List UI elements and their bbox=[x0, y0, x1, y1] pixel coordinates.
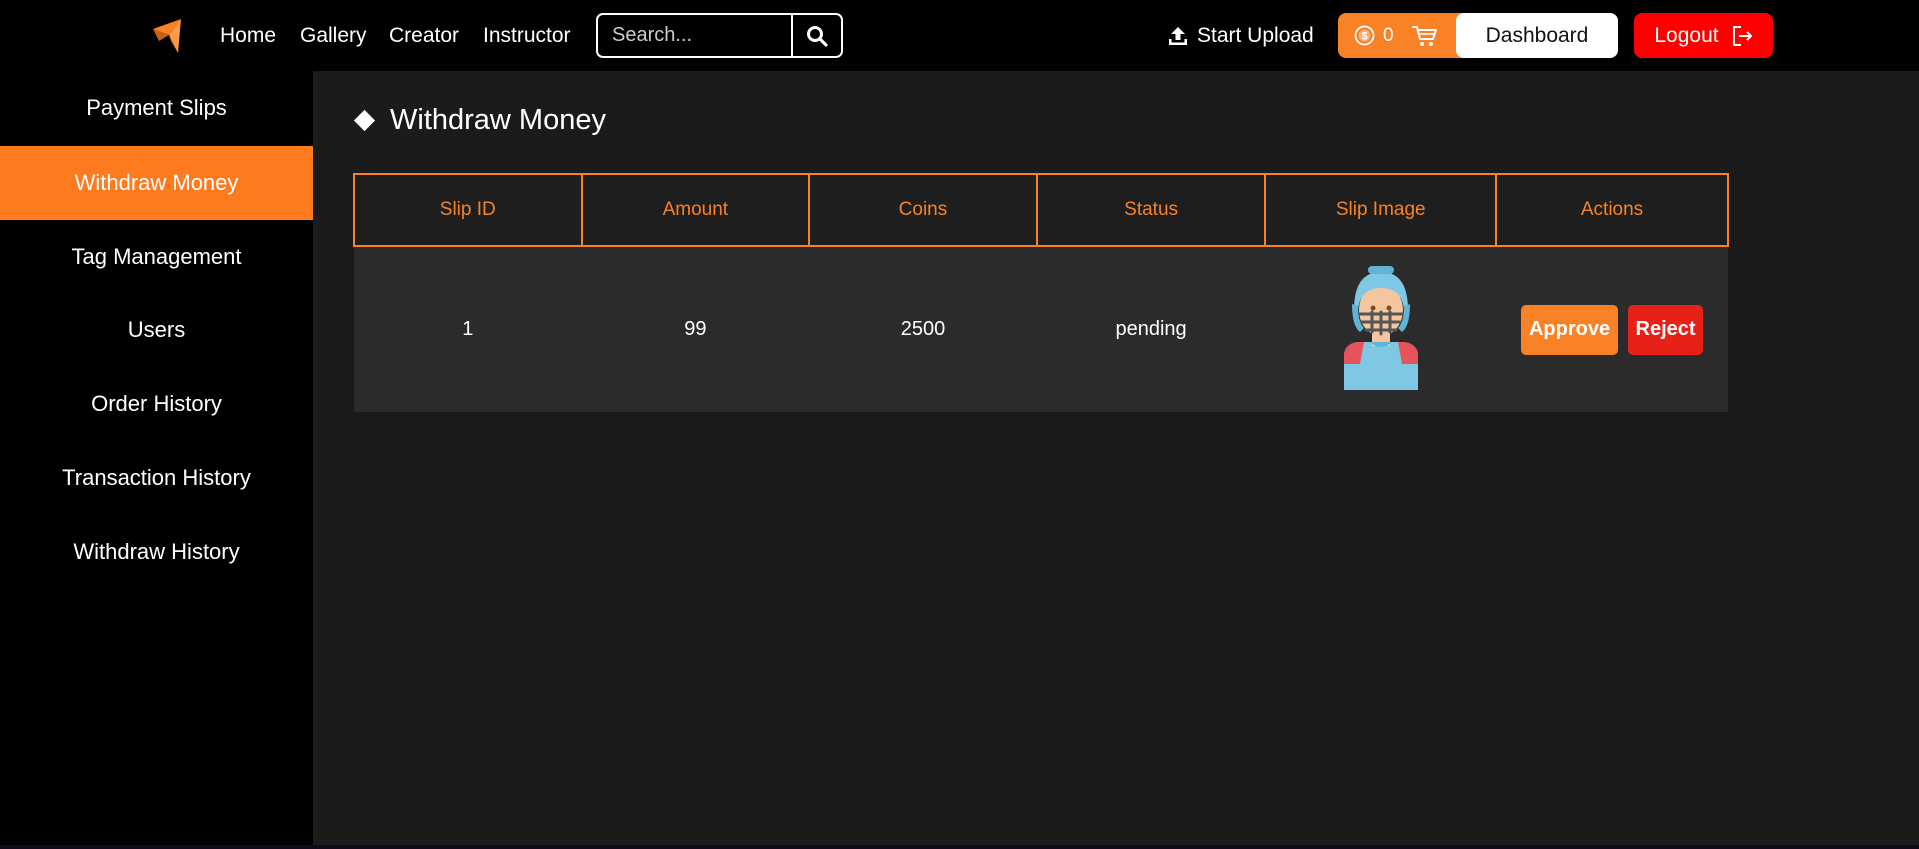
nav-link-gallery[interactable]: Gallery bbox=[300, 22, 367, 50]
bottom-edge-strip bbox=[0, 845, 1919, 849]
column-header-status: Status bbox=[1035, 173, 1267, 247]
search-button[interactable] bbox=[791, 15, 841, 56]
withdraw-table: Slip ID Amount Coins Status Slip Image A… bbox=[353, 173, 1729, 412]
cell-slip-image bbox=[1265, 246, 1497, 412]
sidebar-item-order-history[interactable]: Order History bbox=[0, 367, 313, 441]
page-title-text: Withdraw Money bbox=[390, 104, 606, 136]
column-header-amount: Amount bbox=[580, 173, 811, 247]
reject-button[interactable]: Reject bbox=[1628, 304, 1704, 355]
sidebar-item-withdraw-history[interactable]: Withdraw History bbox=[0, 515, 313, 589]
nav-link-creator[interactable]: Creator bbox=[389, 22, 459, 50]
top-navbar: Home Gallery Creator Instructor Start Up… bbox=[0, 0, 1919, 71]
cell-coins: 2500 bbox=[809, 246, 1037, 412]
row-actions: Approve Reject bbox=[1496, 304, 1728, 355]
approve-button[interactable]: Approve bbox=[1521, 304, 1619, 355]
search-input[interactable] bbox=[598, 15, 791, 56]
dashboard-button[interactable]: Dashboard bbox=[1456, 13, 1618, 58]
cart-icon bbox=[1411, 25, 1437, 46]
logo-icon[interactable] bbox=[151, 15, 185, 55]
cell-actions: Approve Reject bbox=[1496, 246, 1728, 412]
sidebar-item-users[interactable]: Users bbox=[0, 293, 313, 367]
sidebar-item-withdraw-money[interactable]: Withdraw Money bbox=[0, 146, 313, 220]
main-content: Withdraw Money Slip ID Amount Coins Stat… bbox=[313, 71, 1919, 845]
start-upload-label: Start Upload bbox=[1197, 24, 1314, 47]
logout-button[interactable]: Logout bbox=[1634, 13, 1773, 58]
cell-amount: 99 bbox=[581, 246, 810, 412]
nav-link-instructor[interactable]: Instructor bbox=[483, 22, 571, 50]
sidebar-item-payment-slips[interactable]: Payment Slips bbox=[0, 71, 313, 145]
svg-text:$: $ bbox=[1361, 31, 1367, 43]
column-header-coins: Coins bbox=[808, 173, 1038, 247]
table-header-row: Slip ID Amount Coins Status Slip Image A… bbox=[353, 173, 1729, 247]
column-header-slip-id: Slip ID bbox=[353, 173, 583, 247]
football-player-avatar-icon[interactable] bbox=[1338, 264, 1424, 390]
search-icon bbox=[807, 25, 828, 47]
page-title: Withdraw Money bbox=[353, 104, 606, 137]
table-row: 1 99 2500 pending Approve Reject bbox=[354, 246, 1728, 412]
coin-count: 0 bbox=[1383, 24, 1394, 46]
sidebar: Payment Slips Withdraw Money Tag Managem… bbox=[0, 71, 313, 849]
diamond-icon bbox=[353, 109, 376, 132]
logout-icon bbox=[1732, 25, 1752, 46]
sidebar-item-transaction-history[interactable]: Transaction History bbox=[0, 441, 313, 515]
cell-slip-id: 1 bbox=[354, 246, 582, 412]
column-header-actions: Actions bbox=[1495, 173, 1729, 247]
cell-status: pending bbox=[1036, 246, 1266, 412]
start-upload-button[interactable]: Start Upload bbox=[1167, 22, 1314, 50]
nav-link-home[interactable]: Home bbox=[220, 22, 276, 50]
search-form bbox=[596, 13, 843, 58]
coin-cart-group: $ 0 Dashboard bbox=[1338, 13, 1618, 58]
coin-cart-button[interactable]: $ 0 bbox=[1338, 13, 1456, 58]
sidebar-item-tag-management[interactable]: Tag Management bbox=[0, 220, 313, 294]
upload-icon bbox=[1169, 27, 1187, 45]
column-header-slip-image: Slip Image bbox=[1264, 173, 1498, 247]
logout-label: Logout bbox=[1654, 23, 1719, 47]
coin-icon: $ bbox=[1354, 25, 1375, 46]
